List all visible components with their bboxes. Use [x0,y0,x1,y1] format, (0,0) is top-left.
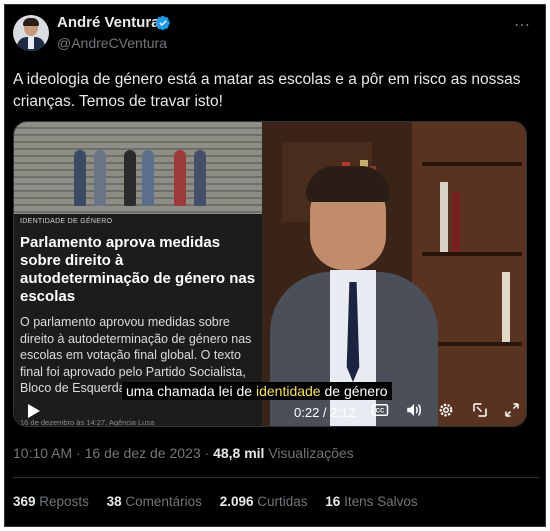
verified-badge-icon [155,15,170,31]
settings-icon[interactable] [436,401,456,421]
tweet-card: André Ventura @AndreCVentura ⋯ A ideolog… [4,4,546,527]
pip-icon[interactable] [470,401,490,421]
more-options-icon[interactable]: ⋯ [514,15,531,35]
tweet-text: A ideologia de género está a matar as es… [13,71,521,110]
engagement-stats: 369 Reposts 38 Comentários 2.096 Curtida… [13,494,432,509]
video-player[interactable]: IDENTIDADE DE GÉNERO Parlamento aprova m… [13,121,527,427]
views-count: 48,8 mil [213,445,265,461]
news-tag: IDENTIDADE DE GÉNERO [20,218,113,225]
tweet-date[interactable]: 16 de dez de 2023 [85,445,201,461]
video-time: 0:22 / 2:12 [294,405,356,420]
reposts-stat[interactable]: 369 Reposts [13,494,89,509]
player-controls: 0:22 / 2:12 CC [14,392,526,426]
views-label: Visualizações [268,445,354,461]
svg-text:CC: CC [376,409,385,415]
avatar[interactable] [13,15,49,51]
likes-stat[interactable]: 2.096 Curtidas [220,494,308,509]
tweet-meta: 10:10 AM · 16 de dez de 2023 · 48,8 mil … [13,445,354,461]
news-photo [14,122,262,214]
fullscreen-icon[interactable] [502,401,522,421]
news-headline: Parlamento aprova medidas sobre direito … [20,234,256,305]
play-icon[interactable] [28,404,40,418]
volume-icon[interactable] [404,401,424,421]
meta-separator: · [76,445,81,461]
saves-stat[interactable]: 16 Itens Salvos [325,494,417,509]
cc-icon[interactable]: CC [370,401,390,421]
author-handle[interactable]: @AndreCVentura [57,35,167,51]
divider [13,477,539,478]
meta-separator: · [204,445,210,461]
comments-stat[interactable]: 38 Comentários [107,494,202,509]
tweet-time[interactable]: 10:10 AM [13,445,72,461]
author-name[interactable]: André Ventura [57,14,160,31]
